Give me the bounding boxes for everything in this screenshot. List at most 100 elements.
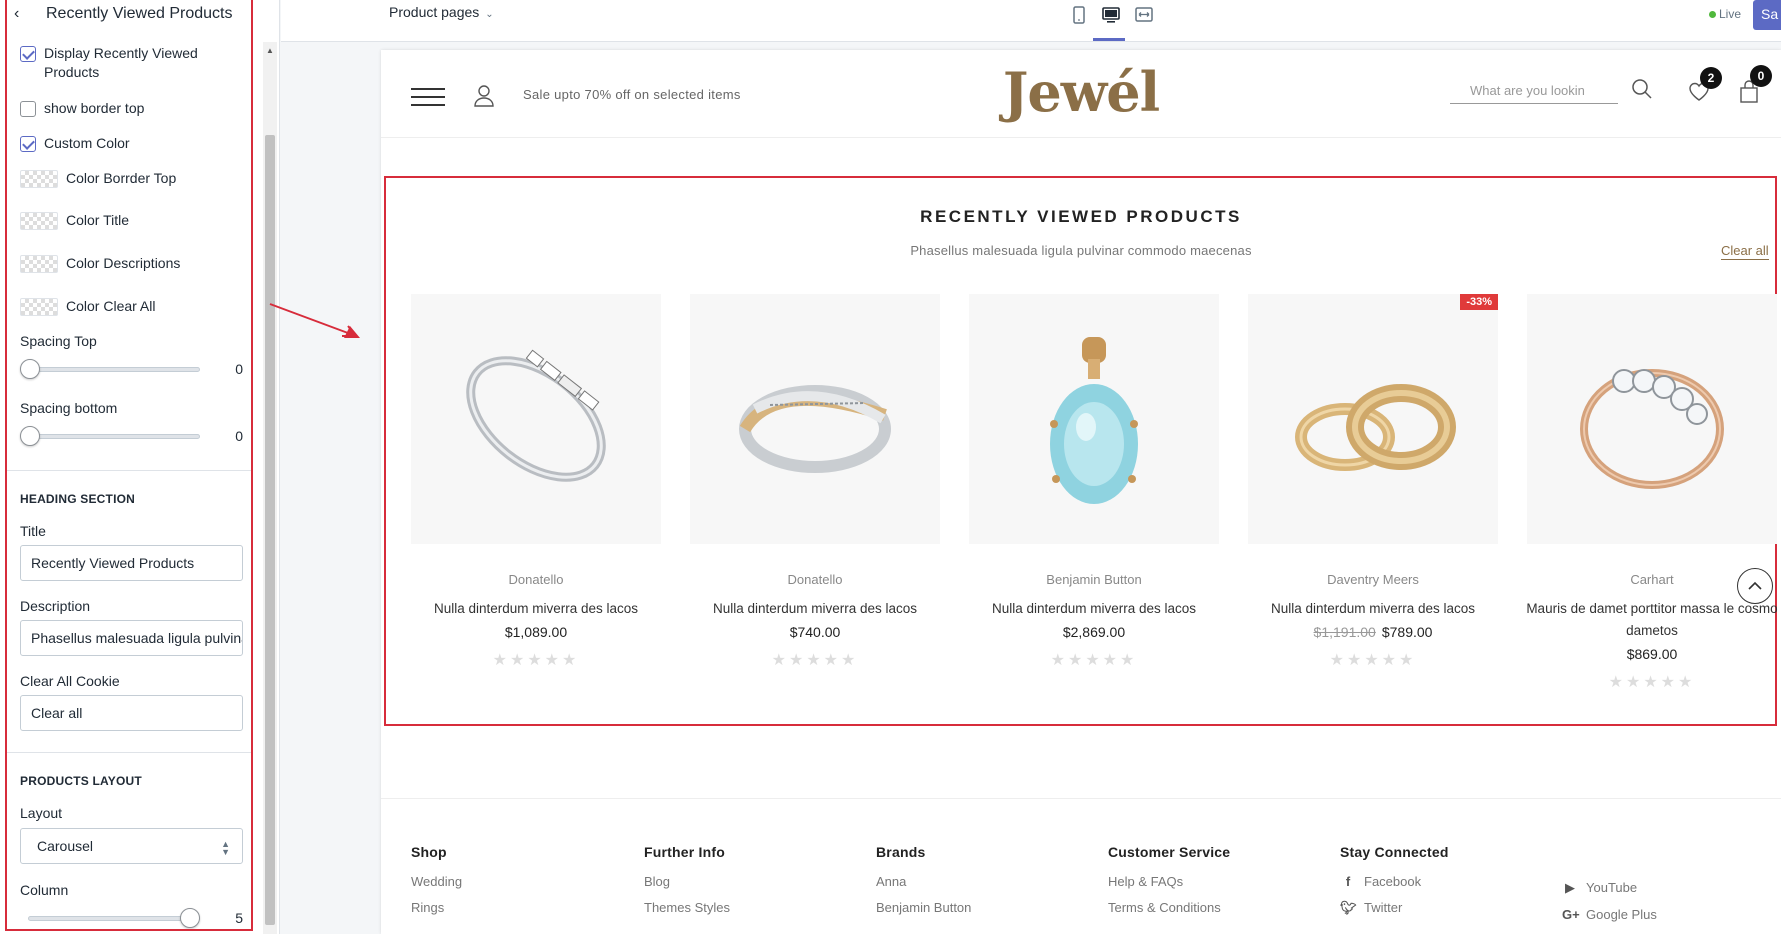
footer-heading: Shop [411, 844, 447, 860]
scroll-up-icon[interactable]: ▲ [266, 46, 274, 55]
product-name[interactable]: Nulla dinterdum miverra des lacos [685, 598, 945, 620]
custom-color-checkbox[interactable] [20, 136, 36, 152]
show-border-top-checkbox[interactable] [20, 101, 36, 117]
footer-column: Customer Service Help & FAQs Terms & Con… [1108, 844, 1230, 926]
footer-link[interactable]: Wedding [411, 874, 462, 889]
youtube-icon: ▶ [1565, 880, 1575, 895]
product-image[interactable] [1527, 294, 1777, 544]
spacing-top-slider[interactable] [20, 359, 200, 379]
mobile-icon[interactable] [1069, 6, 1089, 26]
product-vendor: Donatello [787, 572, 843, 587]
fullwidth-icon[interactable] [1134, 6, 1154, 26]
back-arrow-icon[interactable]: ‹ [14, 5, 19, 23]
footer-link-label: Google Plus [1586, 907, 1657, 922]
product-image[interactable] [969, 294, 1219, 544]
color-clear-all-swatch[interactable] [20, 298, 58, 316]
live-status: Live [1709, 7, 1741, 21]
discount-badge: -33% [1460, 294, 1498, 310]
sidebar-scrollbar[interactable]: ▲ [263, 42, 277, 934]
search-input[interactable]: What are you lookin [1450, 78, 1618, 104]
layout-select[interactable]: Carousel ▲ ▼ [20, 828, 243, 864]
product-name[interactable]: Mauris de damet porttitor massa le cosmo… [1522, 598, 1781, 642]
footer-link[interactable]: f Facebook [1340, 874, 1449, 889]
product-image[interactable] [411, 294, 661, 544]
section-title: RECENTLY VIEWED PRODUCTS [920, 207, 1242, 226]
slider-track [28, 434, 200, 439]
cart-count-badge: 0 [1750, 65, 1772, 87]
display-recently-viewed-checkbox[interactable] [20, 46, 36, 62]
slider-track [28, 916, 200, 921]
slider-handle[interactable] [20, 359, 40, 379]
footer-column: Shop Wedding Rings [411, 844, 462, 926]
slider-track [28, 367, 200, 372]
description-input[interactable]: Phasellus malesuada ligula pulvinar comm… [20, 620, 243, 656]
chevron-up-icon [1748, 581, 1762, 590]
footer-link-label: Twitter [1364, 900, 1403, 915]
crossover-ring-image [739, 385, 891, 473]
product-image[interactable] [690, 294, 940, 544]
footer-link[interactable]: Help & FAQs [1108, 874, 1230, 889]
custom-color-label: Custom Color [44, 135, 130, 151]
settings-sidebar: ‹ Recently Viewed Products Display Recen… [0, 0, 280, 934]
color-descriptions-label: Color Descriptions [66, 255, 181, 271]
rating-stars-icon: ★★★★★ [492, 652, 580, 669]
layout-select-value: Carousel [37, 838, 94, 854]
save-button[interactable]: Sa [1753, 0, 1781, 30]
aquamarine-pendant-image [1050, 337, 1138, 504]
price-value: $2,869.00 [1062, 624, 1126, 640]
divider [5, 470, 253, 471]
chevron-down-icon: ⌄ [485, 9, 494, 20]
color-title-swatch[interactable] [20, 212, 58, 230]
color-border-top-swatch[interactable] [20, 170, 58, 188]
search-icon[interactable] [1631, 78, 1653, 100]
product-name[interactable]: Nulla dinterdum miverra des lacos [1243, 598, 1503, 620]
page-selector[interactable]: Product pages ⌄ [389, 4, 494, 20]
silver-ring-image [466, 349, 606, 482]
footer-link[interactable]: Blog [644, 874, 730, 889]
footer-link[interactable]: Anna [876, 874, 971, 889]
footer-link[interactable]: Rings [411, 900, 462, 915]
spacing-bottom-slider[interactable] [20, 426, 200, 446]
footer-link[interactable]: Benjamin Button [876, 900, 971, 915]
clear-all-link[interactable]: Clear all [1721, 243, 1769, 260]
diamond-ring-image [1580, 369, 1724, 489]
old-price: $1,191.00 [1313, 624, 1376, 640]
slider-handle[interactable] [20, 426, 40, 446]
footer-link[interactable]: ▶ YouTube [1562, 880, 1657, 896]
product-image[interactable] [1248, 294, 1498, 544]
show-border-top-label: show border top [44, 100, 145, 116]
footer-link[interactable]: Terms & Conditions [1108, 900, 1230, 915]
back-to-top-button[interactable] [1737, 568, 1773, 604]
divider [5, 752, 253, 753]
footer-column: Brands Anna Benjamin Button [876, 844, 971, 926]
product-vendor: Benjamin Button [1046, 572, 1142, 587]
annotation-arrow-icon [269, 303, 360, 338]
product-price: $869.00 [1527, 646, 1777, 662]
editor-topbar: Product pages ⌄ Live Sa [281, 0, 1781, 42]
footer-heading: Further Info [644, 844, 725, 860]
spacing-top-label: Spacing Top [20, 333, 97, 349]
desktop-icon[interactable] [1101, 6, 1121, 26]
footer-link[interactable]: G+ Google Plus [1562, 907, 1657, 922]
gold-bands-image [1295, 384, 1456, 471]
product-vendor: Donatello [508, 572, 564, 587]
live-dot-icon [1709, 11, 1716, 18]
color-descriptions-swatch[interactable] [20, 255, 58, 273]
slider-handle[interactable] [180, 908, 200, 928]
title-input[interactable]: Recently Viewed Products [20, 545, 243, 581]
footer-column: ▶ YouTube G+ Google Plus [1562, 880, 1657, 933]
column-slider[interactable] [20, 908, 200, 928]
scrollbar-thumb[interactable] [265, 135, 275, 925]
clear-all-cookie-input[interactable]: Clear all [20, 695, 243, 731]
product-name[interactable]: Nulla dinterdum miverra des lacos [964, 598, 1224, 620]
footer-link[interactable]: Themes Styles [644, 900, 730, 915]
footer-link[interactable]: 🐦︎ Twitter [1340, 900, 1449, 916]
column-field-label: Column [20, 882, 69, 898]
price-value: $1,089.00 [504, 624, 568, 640]
rating-stars-icon: ★★★★★ [1329, 652, 1417, 669]
google-plus-icon: G+ [1562, 907, 1580, 922]
product-price: $740.00 [690, 624, 940, 640]
price-value: $789.00 [1381, 624, 1433, 640]
product-name[interactable]: Nulla dinterdum miverra des lacos [406, 598, 666, 620]
chevron-down-icon: ▼ [221, 847, 230, 857]
